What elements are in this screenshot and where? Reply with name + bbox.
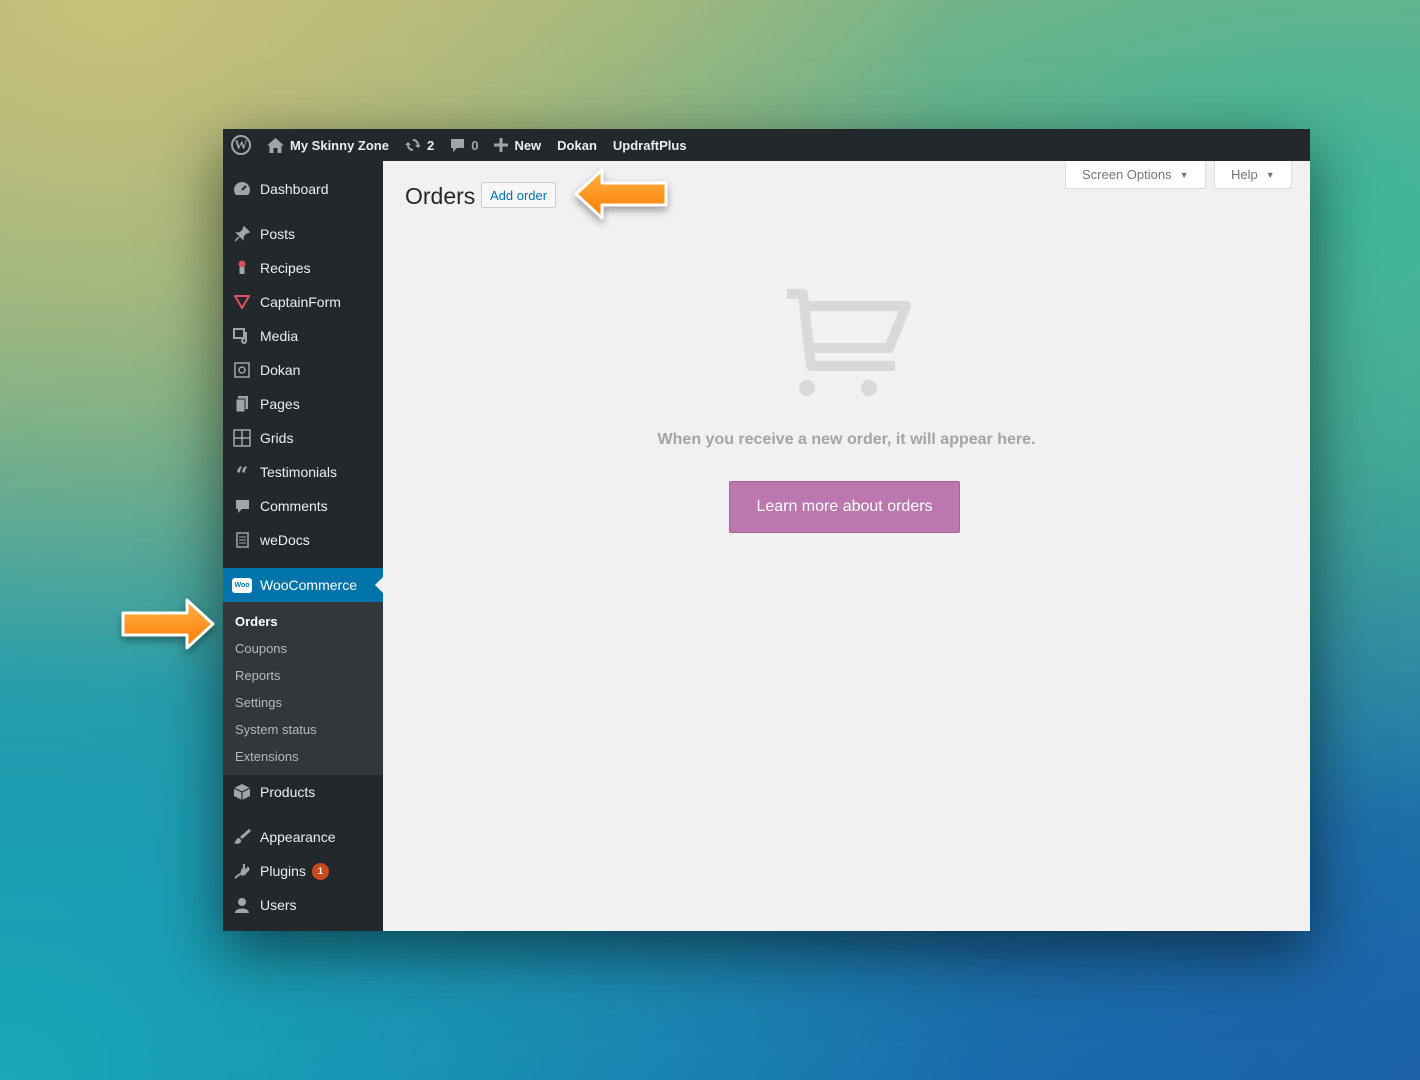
updates-menu[interactable]: 2 — [397, 129, 442, 161]
sidebar-item-products[interactable]: Products — [223, 775, 383, 809]
submenu-item-system-status[interactable]: System status — [223, 716, 383, 743]
browser-window: W My Skinny Zone 2 0 New Dokan UpdraftPl… — [223, 129, 1310, 931]
dokan-label: Dokan — [557, 137, 597, 153]
grid-icon — [232, 428, 252, 448]
site-name: My Skinny Zone — [290, 137, 389, 153]
submenu-item-coupons[interactable]: Coupons — [223, 635, 383, 662]
sidebar-item-pages[interactable]: Pages — [223, 387, 383, 421]
comment-icon — [450, 138, 465, 153]
sidebar-item-label: Appearance — [260, 829, 336, 845]
sidebar-item-label: Testimonials — [260, 464, 338, 480]
woocommerce-submenu: Orders Coupons Reports Settings System s… — [223, 602, 383, 775]
sidebar-item-comments[interactable]: Comments — [223, 489, 383, 523]
box-icon — [232, 782, 252, 802]
new-label: New — [514, 137, 542, 153]
refresh-icon — [404, 137, 421, 153]
pin-icon — [232, 224, 252, 244]
submenu-item-settings[interactable]: Settings — [223, 689, 383, 716]
sidebar-item-plugins[interactable]: Plugins 1 — [223, 854, 383, 888]
sidebar-item-posts[interactable]: Posts — [223, 217, 383, 251]
updraftplus-label: UpdraftPlus — [612, 137, 687, 153]
sidebar-item-media[interactable]: Media — [223, 319, 383, 353]
submenu-item-reports[interactable]: Reports — [223, 662, 383, 689]
captainform-icon — [232, 292, 252, 312]
user-icon — [232, 895, 252, 915]
sidebar-item-label: Pages — [260, 396, 300, 412]
sidebar-item-captainform[interactable]: CaptainForm — [223, 285, 383, 319]
admin-bar: W My Skinny Zone 2 0 New Dokan UpdraftPl… — [223, 129, 1310, 161]
media-icon — [232, 326, 252, 346]
plug-icon — [232, 861, 252, 881]
sidebar-item-label: Posts — [260, 226, 296, 242]
sidebar-item-dokan[interactable]: Dokan — [223, 353, 383, 387]
updates-count: 2 — [426, 137, 435, 153]
dokan-icon — [232, 360, 252, 380]
sidebar-item-label: Dokan — [260, 362, 301, 378]
comments-count: 0 — [471, 137, 479, 153]
document-icon — [232, 530, 252, 550]
screen-options-button[interactable]: Screen Options ▼ — [1065, 161, 1206, 189]
sidebar-item-label: Media — [260, 328, 299, 344]
sidebar-item-appearance[interactable]: Appearance — [223, 820, 383, 854]
page-title: Orders — [405, 183, 476, 209]
sidebar-item-label: Grids — [260, 430, 294, 446]
sidebar-item-label: WooCommerce — [260, 577, 357, 593]
plugins-update-badge: 1 — [311, 862, 329, 880]
site-name-menu[interactable]: My Skinny Zone — [259, 129, 397, 161]
sidebar-item-label: CaptainForm — [260, 294, 341, 310]
sidebar-item-recipes[interactable]: Recipes — [223, 251, 383, 285]
screen-options-label: Screen Options — [1082, 167, 1172, 182]
sidebar-item-testimonials[interactable]: “ Testimonials — [223, 455, 383, 489]
paintbrush-icon — [232, 827, 252, 847]
help-label: Help — [1231, 167, 1258, 182]
caret-down-icon: ▼ — [1265, 169, 1275, 180]
sidebar-item-label: Comments — [260, 498, 328, 514]
sidebar-item-grids[interactable]: Grids — [223, 421, 383, 455]
new-content-menu[interactable]: New — [486, 129, 549, 161]
comment-icon — [232, 496, 252, 516]
main-content: Screen Options ▼ Help ▼ Orders Add order… — [383, 161, 1310, 931]
sidebar-item-label: Products — [260, 784, 316, 800]
submenu-item-orders[interactable]: Orders — [223, 608, 383, 635]
quote-icon: “ — [235, 463, 249, 489]
shopping-cart-icon — [783, 286, 913, 406]
sidebar-item-label: weDocs — [260, 532, 310, 548]
sidebar-item-label: Users — [260, 897, 297, 913]
home-icon — [267, 137, 284, 153]
pages-icon — [232, 394, 252, 414]
sidebar-item-label: Recipes — [260, 260, 311, 276]
sidebar-item-woocommerce[interactable]: Woo WooCommerce — [223, 568, 383, 602]
submenu-item-extensions[interactable]: Extensions — [223, 743, 383, 770]
dashboard-icon — [232, 179, 252, 199]
comments-menu[interactable]: 0 — [442, 129, 486, 161]
chef-hat-icon — [232, 258, 252, 278]
dokan-menu[interactable]: Dokan — [549, 129, 605, 161]
sidebar-item-label: Plugins — [260, 863, 306, 879]
updraftplus-menu[interactable]: UpdraftPlus — [605, 129, 695, 161]
empty-state-message: When you receive a new order, it will ap… — [657, 431, 1036, 448]
admin-sidebar: Dashboard Posts Recipes CaptainForm Medi… — [223, 161, 383, 931]
add-order-button[interactable]: Add order — [481, 182, 557, 208]
help-button[interactable]: Help ▼ — [1214, 161, 1292, 189]
sidebar-item-wedocs[interactable]: weDocs — [223, 523, 383, 557]
plus-icon — [494, 138, 509, 152]
sidebar-item-users[interactable]: Users — [223, 888, 383, 922]
woocommerce-icon: Woo — [232, 575, 252, 595]
arrow-right-icon — [121, 598, 215, 650]
wp-logo-menu[interactable]: W — [223, 129, 259, 161]
sidebar-item-dashboard[interactable]: Dashboard — [223, 172, 383, 206]
arrow-left-icon — [574, 168, 668, 220]
caret-down-icon: ▼ — [1179, 169, 1189, 180]
learn-more-orders-button[interactable]: Learn more about orders — [729, 481, 960, 533]
wordpress-logo-icon: W — [231, 135, 251, 155]
woocommerce-icon-text: Woo — [232, 577, 252, 593]
sidebar-item-label: Dashboard — [260, 181, 329, 197]
